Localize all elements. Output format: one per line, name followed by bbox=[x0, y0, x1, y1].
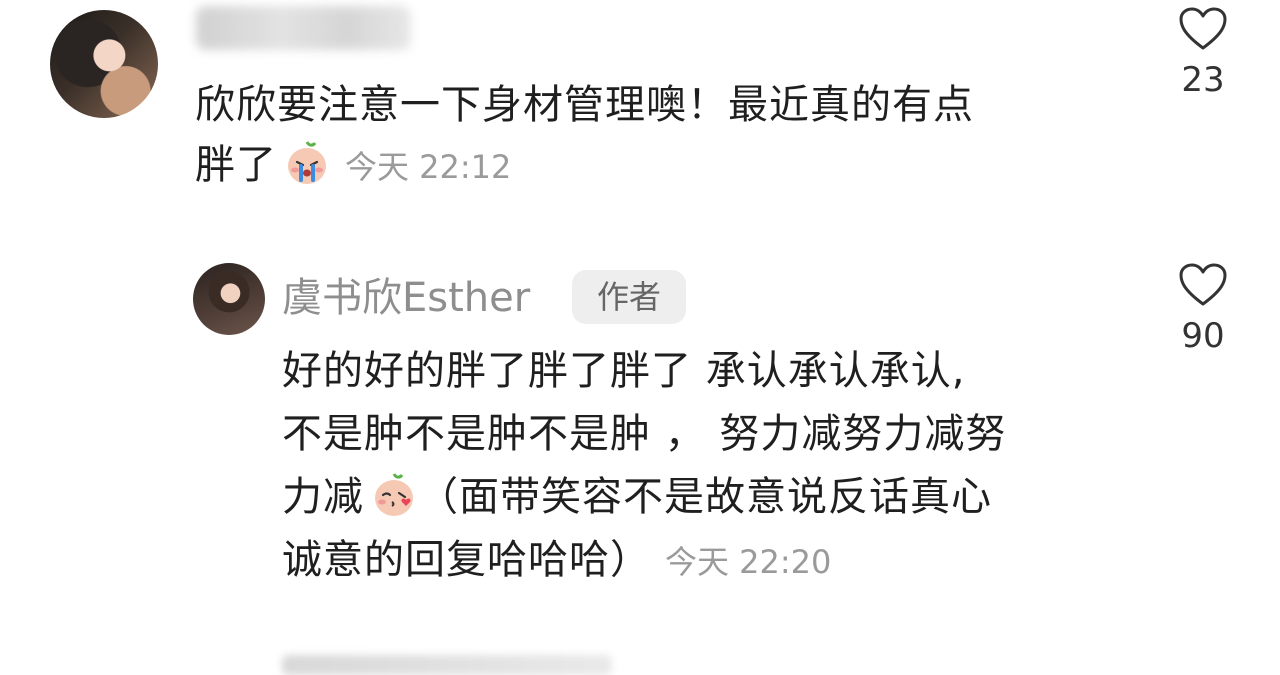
heart-outline-icon bbox=[1179, 7, 1227, 50]
next-comment-cutoff bbox=[282, 655, 612, 675]
reply-line-text: 力减 bbox=[282, 474, 364, 520]
comment-line: 胖了 今天 22:12 bbox=[195, 135, 1155, 197]
comment-line: 欣欣要注意一下身材管理噢！最近真的有点 bbox=[195, 82, 974, 128]
comment-time: 今天 22:12 bbox=[345, 148, 512, 186]
author-badge: 作者 bbox=[572, 270, 686, 324]
reply-username[interactable]: 虞书欣Esther bbox=[282, 268, 530, 328]
like-count: 90 bbox=[1181, 316, 1225, 356]
reply-line: 不是肿不是肿不是肿 ， 努力减努力减努 bbox=[282, 411, 1007, 457]
commenter-username-blurred[interactable] bbox=[196, 6, 411, 50]
reply-body: 好的好的胖了胖了胖了 承认承认承认, 不是肿不是肿不是肿 ， 努力减努力减努 力… bbox=[282, 340, 1142, 594]
author-avatar[interactable] bbox=[193, 263, 265, 335]
reply-line: 好的好的胖了胖了胖了 承认承认承认, bbox=[282, 348, 966, 394]
reply-time: 今天 22:20 bbox=[665, 542, 832, 581]
commenter-avatar[interactable] bbox=[50, 10, 158, 118]
reply-line-text: 诚意的回复哈哈哈） bbox=[282, 537, 651, 583]
crying-emoji-icon bbox=[288, 141, 326, 184]
like-count: 23 bbox=[1181, 60, 1225, 100]
comment-line-text: 胖了 bbox=[195, 142, 277, 188]
reply-line-text: （面带笑容不是故意说反话真心 bbox=[418, 474, 992, 520]
heart-outline-icon bbox=[1179, 263, 1227, 306]
reply-line: 力减 （面带笑容不是故意说反话真心 bbox=[282, 466, 1142, 529]
kissing-emoji-icon bbox=[375, 473, 413, 516]
comment-like-button[interactable]: 23 bbox=[1168, 6, 1238, 100]
reply-like-button[interactable]: 90 bbox=[1168, 262, 1238, 356]
reply-line: 诚意的回复哈哈哈） 今天 22:20 bbox=[282, 529, 1142, 594]
comment-body: 欣欣要注意一下身材管理噢！最近真的有点 胖了 今天 22:12 bbox=[195, 75, 1155, 197]
